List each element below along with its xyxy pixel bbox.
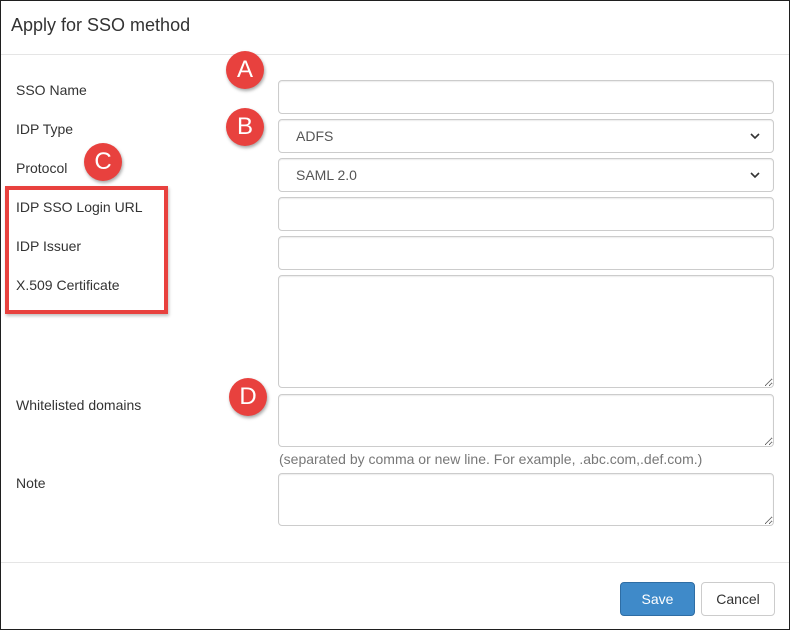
chevron-down-icon bbox=[750, 172, 760, 179]
idp-sso-login-url-input[interactable] bbox=[278, 197, 774, 231]
sso-name-label: SSO Name bbox=[16, 82, 87, 98]
save-button[interactable]: Save bbox=[620, 582, 695, 616]
idp-type-select[interactable]: ADFS bbox=[278, 119, 774, 153]
whitelisted-domains-help: (separated by comma or new line. For exa… bbox=[279, 451, 703, 467]
note-label: Note bbox=[16, 475, 46, 491]
protocol-value: SAML 2.0 bbox=[296, 167, 357, 183]
dialog-title: Apply for SSO method bbox=[11, 15, 191, 35]
annotation-marker-a: A bbox=[226, 51, 264, 89]
idp-issuer-input[interactable] bbox=[278, 236, 774, 270]
annotation-highlight-box bbox=[5, 186, 168, 314]
sso-name-input[interactable] bbox=[278, 80, 774, 114]
annotation-marker-b: B bbox=[226, 108, 264, 146]
idp-type-value: ADFS bbox=[296, 128, 334, 144]
cancel-button[interactable]: Cancel bbox=[701, 582, 775, 616]
dialog-header: Apply for SSO method bbox=[1, 1, 789, 55]
protocol-label: Protocol bbox=[16, 160, 68, 176]
x509-certificate-textarea[interactable] bbox=[278, 275, 774, 388]
note-textarea[interactable] bbox=[278, 473, 774, 526]
idp-type-label: IDP Type bbox=[16, 121, 74, 137]
protocol-select[interactable]: SAML 2.0 bbox=[278, 158, 774, 192]
annotation-marker-d: D bbox=[229, 378, 267, 416]
whitelisted-domains-label: Whitelisted domains bbox=[16, 397, 142, 413]
whitelisted-domains-textarea[interactable] bbox=[278, 394, 774, 447]
chevron-down-icon bbox=[750, 133, 760, 140]
annotation-marker-c: C bbox=[84, 143, 122, 181]
sso-dialog: Apply for SSO method SSO Name IDP Type A… bbox=[0, 0, 790, 630]
